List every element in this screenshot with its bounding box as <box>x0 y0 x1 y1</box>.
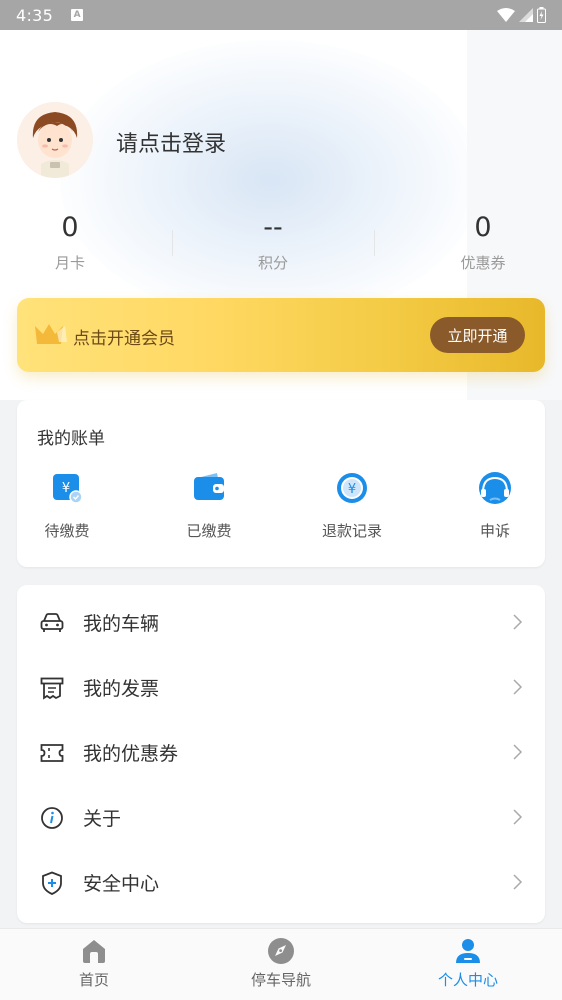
stat-divider <box>374 230 375 256</box>
stat-label: 月卡 <box>54 254 85 272</box>
chevron-right-icon <box>513 874 523 890</box>
nav-item-profile[interactable]: 个人中心 <box>398 929 538 1000</box>
car-icon <box>40 613 64 632</box>
nav-label: 个人中心 <box>437 971 498 989</box>
compass-icon <box>267 937 295 965</box>
avatar[interactable] <box>17 102 93 178</box>
invoice-icon <box>40 677 64 700</box>
chevron-right-icon <box>513 744 523 760</box>
svg-text:¥: ¥ <box>348 482 356 497</box>
stat-monthly-card[interactable]: 0 月卡 <box>10 208 130 273</box>
menu-card: 我的车辆 我的发票 我的优惠券 关于 安全中心 <box>17 585 545 923</box>
menu-item-my-vehicles[interactable]: 我的车辆 <box>17 590 545 655</box>
nav-item-parking-navigation[interactable]: 停车导航 <box>211 929 351 1000</box>
svg-text:¥: ¥ <box>62 481 70 496</box>
bill-label: 申诉 <box>479 522 510 540</box>
wifi-icon <box>497 8 515 22</box>
stat-value: -- <box>263 212 283 243</box>
bill-item-pending[interactable]: ¥ 待缴费 <box>17 470 117 541</box>
coupon-icon <box>40 744 64 762</box>
menu-item-my-invoices[interactable]: 我的发票 <box>17 655 545 720</box>
stat-value: 0 <box>61 212 79 243</box>
bills-title: 我的账单 <box>37 429 105 449</box>
home-icon <box>80 937 108 965</box>
wallet-icon <box>191 470 227 506</box>
avatar-illustration <box>17 102 93 178</box>
refund-icon: ¥ <box>334 470 370 506</box>
stat-value: 0 <box>474 212 492 243</box>
chevron-right-icon <box>513 679 523 695</box>
member-banner[interactable]: 点击开通会员 立即开通 <box>17 298 545 372</box>
battery-icon <box>537 7 546 23</box>
stat-label: 积分 <box>257 254 288 272</box>
menu-item-security-center[interactable]: 安全中心 <box>17 850 545 915</box>
stats-row: 0 月卡 -- 积分 0 优惠券 <box>0 208 562 278</box>
stat-points[interactable]: -- 积分 <box>213 208 333 273</box>
menu-item-my-coupons[interactable]: 我的优惠券 <box>17 720 545 785</box>
bills-card: 我的账单 ¥ 待缴费 已缴费 ¥ 退款记录 申诉 <box>17 400 545 567</box>
nav-label: 停车导航 <box>250 971 311 989</box>
status-bar: 4:35 A <box>0 0 562 30</box>
activate-membership-button[interactable]: 立即开通 <box>430 317 525 353</box>
nav-label: 首页 <box>78 971 109 989</box>
bill-item-appeal[interactable]: 申诉 <box>445 470 545 541</box>
notification-badge: A <box>71 9 84 21</box>
nav-item-home[interactable]: 首页 <box>24 929 164 1000</box>
bill-label: 待缴费 <box>44 522 90 540</box>
menu-label: 我的优惠券 <box>83 743 179 765</box>
menu-label: 安全中心 <box>83 873 160 895</box>
login-prompt[interactable]: 请点击登录 <box>116 126 226 158</box>
menu-label: 我的发票 <box>83 678 160 700</box>
status-time: 4:35 <box>16 5 54 25</box>
bill-label: 已缴费 <box>186 522 232 540</box>
pending-payment-icon: ¥ <box>49 470 85 506</box>
status-icons <box>497 7 546 23</box>
info-icon <box>41 807 63 829</box>
bill-item-paid[interactable]: 已缴费 <box>159 470 259 541</box>
chevron-right-icon <box>513 809 523 825</box>
bottom-nav: 首页 停车导航 个人中心 <box>0 928 562 1000</box>
menu-item-about[interactable]: 关于 <box>17 785 545 850</box>
member-text: 点击开通会员 <box>73 329 175 349</box>
chevron-right-icon <box>513 614 523 630</box>
stat-coupons[interactable]: 0 优惠券 <box>423 208 543 273</box>
person-icon <box>454 937 482 965</box>
bill-label: 退款记录 <box>321 522 382 540</box>
stat-label: 优惠券 <box>460 254 506 272</box>
menu-label: 关于 <box>83 808 122 830</box>
bill-item-refund[interactable]: ¥ 退款记录 <box>302 470 402 541</box>
crown-icon <box>35 324 67 344</box>
customer-service-icon <box>477 470 513 506</box>
menu-label: 我的车辆 <box>83 613 160 635</box>
stat-divider <box>172 230 173 256</box>
signal-icon <box>519 8 533 22</box>
shield-icon <box>42 871 62 895</box>
